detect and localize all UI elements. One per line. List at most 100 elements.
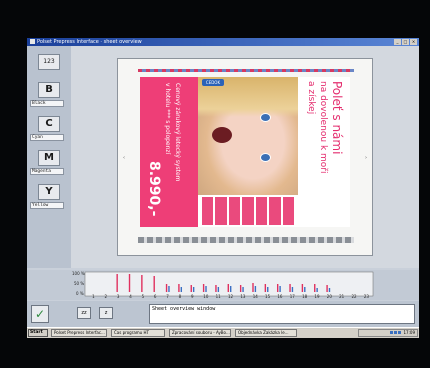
system-tray: 17:09 [358,329,418,337]
ink-zone-bar [230,286,232,292]
offer-box [282,197,294,225]
ink-zone-bar [180,287,183,292]
ink-profile-panel: 100 % 50 % 0 % 1 2 3 4 5 6 7 8 9 10 11 12 13 14 15 16 17… [27,270,419,300]
ink-zone-bar [153,276,155,292]
ink-zone-bar [217,287,220,292]
window-controls: _ □ × [394,39,417,45]
window-title: Polset Prepress Interface · sheet overvi… [37,39,142,45]
yellow-channel-button[interactable]: Y [38,184,60,200]
ink-zone-bar [192,287,195,292]
task-button-order[interactable]: Objednávka Zakázka le... [235,329,297,337]
offer-box [202,197,214,225]
ink-zone-bar [291,287,294,292]
page-number-button[interactable]: 123 [38,54,60,70]
right-register-mark: › [365,155,367,161]
poster-pink-panel: Cenový zárukový letecký system v hotelu … [140,77,198,227]
ink-zone-bar [289,284,291,292]
ink-zone-bar [190,285,192,292]
ink-zone-bar [279,286,281,292]
zone-label: 6 [154,294,157,299]
ink-zone-bar [326,285,328,292]
zone-label: 9 [191,294,194,299]
magenta-channel-button[interactable]: M [38,150,60,166]
zone-label: 18 [302,294,308,299]
zone-label: 5 [142,294,145,299]
zone-label: 2 [105,294,108,299]
poster-child-photo [198,77,298,195]
poster-artwork: Cenový zárukový letecký system v hotelu … [140,77,350,227]
ink-zone-bar [276,284,279,292]
poster-offer-text-2: v hotelu *** s polopenzí [164,83,171,155]
y-label-mid: 50 % [74,281,84,286]
zone-label: 1 [92,294,95,299]
ink-zone-bar [242,287,244,292]
zone-label: 7 [166,294,169,299]
sheet-viewer[interactable]: ‹ › Cenový zárukový letecký system v hot… [71,46,419,268]
ink-zone-bar [316,288,318,292]
offer-box [269,197,281,225]
close-button[interactable]: × [410,39,417,45]
ink-zone-bar [239,285,242,292]
black-channel-button[interactable]: B [38,82,60,98]
zone-label: 19 [314,294,320,299]
zone-label: 13 [240,294,246,299]
poster-headline-2: na dovolenou k moři [318,81,328,174]
ink-zone-bar [254,286,257,292]
ink-zone-bar [264,284,267,292]
zone-label: 21 [339,294,345,299]
confirm-button[interactable]: ✓ [31,305,49,323]
maximize-button[interactable]: □ [402,39,409,45]
zone-label: 14 [253,294,259,299]
poster-offer-text-1: Cenový zárukový letecký system [174,83,181,182]
tray-icon[interactable] [398,331,402,334]
window-titlebar: Polset Prepress Interface · sheet overvi… [27,38,419,46]
ink-zone-bar [168,286,170,292]
zone-label: 17 [290,294,296,299]
ink-zone-bar [328,288,331,292]
bottom-controls: ✓ zz z Sheet overview window [27,301,419,327]
offer-box [215,197,227,225]
ink-zone-bar [165,284,168,292]
left-register-mark: ‹ [123,155,125,161]
minimize-button[interactable]: _ [394,39,401,45]
ink-zone-chart[interactable]: 100 % 50 % 0 % 1 2 3 4 5 6 7 8 9 10 11 12 13 14 15 16 17… [71,270,377,300]
ink-zone-bar [252,283,254,292]
zoom-in-button[interactable]: z [99,307,113,319]
poster-price: 8.990,- [146,161,162,217]
offer-box [255,197,268,225]
zone-label: 3 [117,294,120,299]
poster-headline-3: a získej [306,81,316,115]
channel-panel: 123 B Black C Cyan M Magenta Y Yellow [27,46,71,268]
tray-icon[interactable] [390,331,394,334]
poster-offer-boxes [202,197,294,225]
ink-zone-bar [215,285,217,292]
offer-box [242,197,254,225]
photo-eye-left [260,113,271,122]
ink-zone-bar [304,287,306,292]
ink-zone-bar [116,274,118,292]
start-button[interactable]: Start [28,329,48,337]
top-color-bar [138,69,354,72]
zone-label: 23 [364,294,370,299]
cyan-channel-button[interactable]: C [38,116,60,132]
task-button-prepress[interactable]: Polset Prepress Interfac... [51,329,107,337]
ink-zone-bar [205,286,207,292]
zone-label: 22 [351,294,357,299]
ink-zone-bar [141,275,143,292]
clock: 17:09 [403,330,415,335]
zoom-out-button[interactable]: zz [77,307,91,319]
taskbar: Start Polset Prepress Interfac... Čas pr… [27,327,419,338]
bottom-control-strip [138,237,354,243]
task-button-processing[interactable]: Zpracování souboru - AyBo... [169,329,231,337]
task-button-timer[interactable]: Čas programu HT [111,329,165,337]
ink-zone-bar [301,284,304,292]
ink-zone-bar [227,284,229,292]
ink-zone-bar [267,287,269,292]
ink-zone-bar [128,274,131,292]
y-label-top: 100 % [72,271,85,276]
photo-eye-right [260,153,271,162]
tray-icon[interactable] [394,331,398,334]
zone-label: 20 [327,294,333,299]
zone-label: 12 [228,294,234,299]
zone-label: 11 [216,294,222,299]
